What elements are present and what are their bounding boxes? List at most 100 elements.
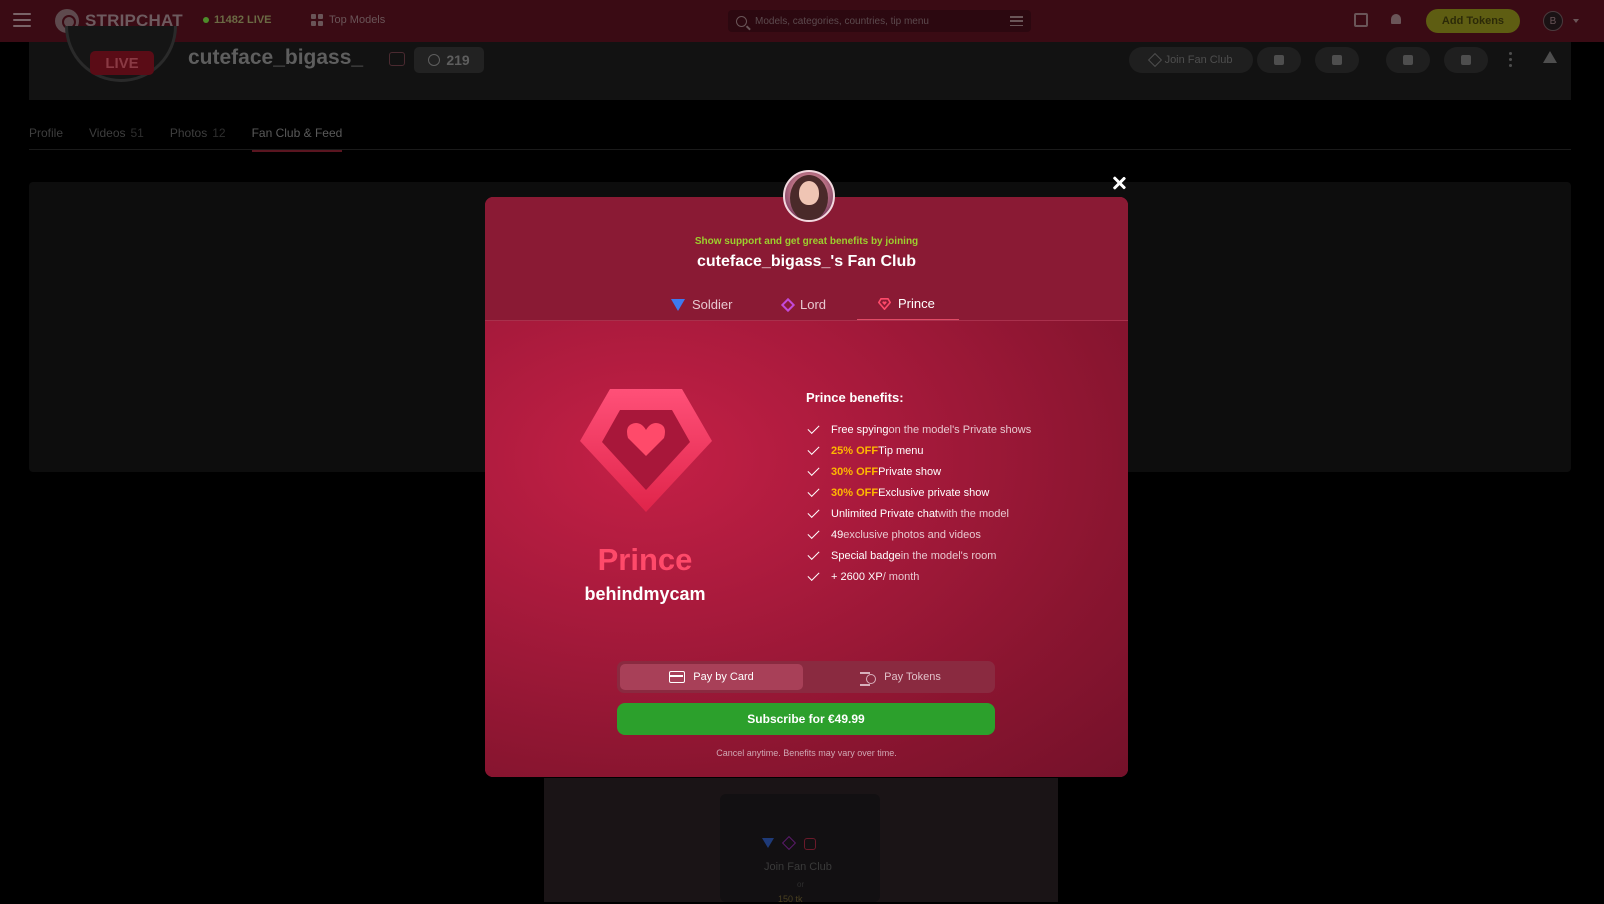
benefit-item: 30% OFF Private show (807, 461, 1031, 482)
benefit-rest: Exclusive private show (878, 486, 990, 499)
benefit-rest: with the model (938, 507, 1009, 520)
pay-tokens-option[interactable]: Pay Tokens (809, 664, 992, 690)
lord-icon (781, 835, 797, 851)
feed-tier-icons (762, 835, 816, 851)
add-user-icon (1403, 55, 1413, 65)
favorite-button[interactable] (1257, 47, 1301, 73)
model-name: cuteface_bigass_ (188, 46, 364, 69)
messages-icon[interactable] (1354, 13, 1368, 27)
benefit-highlight: 30% OFF (831, 486, 879, 499)
pay-by-card-label: Pay by Card (693, 671, 754, 683)
top-navigation-bar: STRIPCHAT 11482 LIVE Top Models Add Toke… (0, 0, 1604, 42)
search-filter-icon[interactable] (1010, 16, 1023, 26)
live-badge: LIVE (90, 51, 154, 75)
benefit-rest: Private show (878, 465, 942, 478)
prince-icon (804, 838, 816, 850)
top-models-link[interactable]: Top Models (311, 14, 385, 26)
subscribe-button[interactable]: Subscribe for €49.99 (617, 703, 995, 735)
benefit-bold: 49 (831, 528, 844, 541)
credit-card-icon (669, 671, 686, 683)
tier-label: Lord (800, 297, 827, 312)
payment-method-toggle: Pay by Card Pay Tokens (617, 661, 995, 693)
more-options-icon[interactable] (1509, 52, 1512, 67)
user-avatar[interactable]: B (1543, 11, 1563, 31)
benefit-item: + 2600 XP / month (807, 566, 1031, 587)
close-icon[interactable] (1111, 175, 1127, 191)
benefit-rest: Tip menu (878, 444, 924, 457)
soldier-icon (762, 838, 774, 848)
diamond-icon (1147, 52, 1162, 68)
tabs-divider (29, 149, 1571, 150)
support-text: Show support and get great benefits by j… (694, 236, 919, 247)
heart-icon (1274, 55, 1284, 65)
benefit-item: 30% OFF Exclusive private show (807, 482, 1031, 503)
tier-tabs: Soldier Lord Prince (485, 288, 1128, 321)
notify-button[interactable] (1315, 47, 1359, 73)
benefit-bold: Special badge (831, 549, 901, 562)
check-icon (807, 421, 820, 435)
benefit-rest: in the model's room (900, 549, 997, 562)
check-icon (807, 547, 820, 561)
tier-tabs-divider (485, 320, 1128, 321)
tab-label: Videos (89, 126, 126, 140)
feed-or-label: or (797, 880, 805, 889)
feed-price-label: 150 tk (778, 894, 803, 904)
benefit-item: Free spying on the model's Private shows (807, 419, 1032, 440)
tab-label: Profile (29, 126, 64, 140)
model-avatar-photo (783, 170, 835, 222)
prince-gem-icon (580, 389, 712, 512)
benefit-rest: exclusive photos and videos (843, 528, 981, 541)
benefit-item: Unlimited Private chat with the model (807, 503, 1031, 524)
tier-tab-prince[interactable]: Prince (857, 288, 959, 321)
tier-tab-soldier[interactable]: Soldier (671, 288, 732, 321)
search-input[interactable] (755, 15, 1010, 27)
live-dot-icon (203, 17, 209, 23)
report-warning-icon[interactable] (1543, 51, 1557, 63)
bell-icon (1332, 55, 1342, 65)
top-models-icon (311, 14, 323, 26)
add-friend-button[interactable] (1386, 47, 1430, 73)
cancel-note: Cancel anytime. Benefits may vary over t… (716, 748, 897, 758)
benefit-item: 49 exclusive photos and videos (807, 524, 1031, 545)
benefit-rest: / month (882, 570, 920, 583)
user-menu-chevron-down-icon[interactable] (1573, 19, 1579, 23)
notifications-bell-icon[interactable] (1389, 13, 1403, 27)
pay-tokens-label: Pay Tokens (884, 671, 941, 683)
check-icon (807, 526, 820, 540)
check-icon (807, 568, 820, 582)
tier-label: Prince (898, 296, 935, 311)
benefit-bold: Free spying (831, 423, 889, 436)
join-fan-club-button[interactable]: Join Fan Club (1129, 47, 1253, 73)
hamburger-menu-icon[interactable] (13, 13, 31, 27)
benefit-item: Special badge in the model's room (807, 545, 1031, 566)
benefits-list: Free spying on the model's Private shows… (807, 419, 1032, 587)
chat-bubble-icon (1461, 55, 1471, 65)
tier-subtitle: behindmycam (584, 584, 706, 604)
search-bar (728, 10, 1031, 32)
viewers-eye-icon (428, 54, 441, 66)
check-icon (807, 442, 820, 456)
fan-club-title: cuteface_bigass_'s Fan Club (697, 253, 916, 270)
benefit-highlight: 25% OFF (831, 444, 879, 457)
check-icon (807, 505, 820, 519)
triangle-gem-icon (671, 298, 685, 311)
live-count[interactable]: 11482 LIVE (203, 14, 272, 26)
tier-tab-lord[interactable]: Lord (780, 288, 827, 321)
viewer-count-value: 219 (446, 52, 470, 68)
tab-count: 12 (212, 126, 226, 140)
benefit-bold: Unlimited Private chat (831, 507, 938, 520)
viewer-count: 219 (414, 47, 484, 73)
check-icon (807, 463, 820, 477)
message-button[interactable] (1444, 47, 1488, 73)
tier-name: Prince (597, 542, 693, 577)
pay-by-card-option[interactable]: Pay by Card (620, 664, 803, 690)
benefit-rest: on the model's Private shows (888, 423, 1032, 436)
fan-club-heart-icon (389, 52, 405, 66)
check-icon (807, 484, 820, 498)
tokens-icon (860, 671, 877, 686)
feed-join-label: Join Fan Club (764, 861, 832, 873)
live-count-label: 11482 LIVE (214, 14, 272, 26)
benefit-item: 25% OFF Tip menu (807, 440, 1031, 461)
tab-label: Fan Club & Feed (251, 126, 343, 140)
add-tokens-button[interactable]: Add Tokens (1426, 9, 1520, 33)
